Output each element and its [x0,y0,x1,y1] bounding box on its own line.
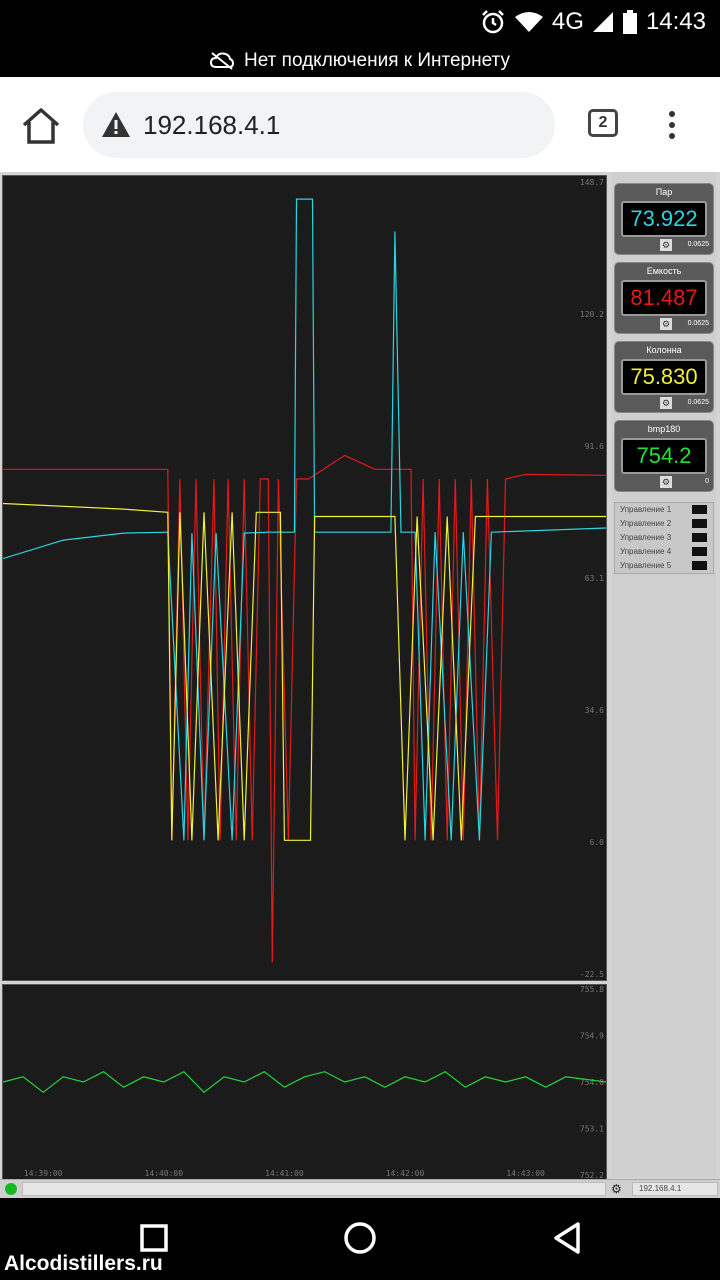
pressure-chart: 755.8 754.9 754.0 753.1 752.2 14:39:00 14:40:0… [2,984,607,1180]
x-tick-label: 14:41:00 [265,1169,304,1178]
y-tick-label: 148.7 [580,178,604,187]
pressure-chart-svg: 755.8754.9754.0753.1752.214:39:00 14:40:0… [2,985,607,1180]
connection-led [5,1183,17,1195]
status-bar: 4G 14:43 [0,0,720,44]
control-indicator[interactable] [692,519,707,528]
series-line-2 [2,502,606,841]
gauge-step: 0.0625 [687,320,709,327]
control-row[interactable]: Управление 3 [615,531,713,545]
home-icon[interactable] [20,105,62,147]
offline-banner: Нет подключения к Интернету [0,44,720,77]
network-type: 4G [551,8,584,35]
tabs-button[interactable]: 2 [588,109,618,137]
control-label: Управление 5 [620,561,672,570]
gauge-value: 75.830 [621,359,707,395]
sensor-sidebar: Пар 73.922 ⚙ 0.0625 Емкость 81.487 ⚙ 0.0… [612,172,716,1177]
x-tick-label: 14:42:00 [386,1169,425,1178]
gauge-steam: Пар 73.922 ⚙ 0.0625 [614,183,714,255]
gauge-step: 0 [705,478,709,485]
gauge-pressure: bmp180 754.2 ⚙ 0 [614,420,714,492]
browser-toolbar: 192.168.4.1 2 [0,77,720,172]
watermark: Alcodistillers.ru [4,1252,163,1275]
control-indicator[interactable] [692,561,707,570]
control-label: Управление 4 [620,547,672,556]
control-indicator[interactable] [692,547,707,556]
control-indicator[interactable] [692,533,707,542]
gear-icon[interactable]: ⚙ [660,239,672,251]
gauge-title: bmp180 [647,424,681,434]
control-panel: Управление 1 Управление 2 Управление 3 У… [614,502,714,574]
x-tick-label: 14:43:00 [506,1169,545,1178]
menu-dots-icon[interactable] [662,107,682,145]
gauge-value: 81.487 [621,280,707,316]
cloud-off-icon [210,51,235,70]
device-ip: 192.168.4.1 [632,1182,718,1196]
y-tick-label: 91.6 [585,442,604,451]
clock: 14:43 [645,8,706,35]
web-page: 148.7 120.2 91.6 63.1 34.6 6.0 -22.5 755.8 754.… [0,172,720,1199]
battery-icon [622,10,637,34]
control-label: Управление 2 [620,519,672,528]
y-tick-label: 34.6 [585,706,604,715]
url-bar[interactable]: 192.168.4.1 [83,92,555,158]
gear-icon[interactable]: ⚙ [660,476,672,488]
y-tick-label: 754.9 [580,1032,604,1041]
control-label: Управление 3 [620,533,672,542]
control-row[interactable]: Управление 5 [615,559,713,573]
offline-text: Нет подключения к Интернету [244,49,510,71]
series-line-0 [2,1070,607,1094]
status-footer: ⚙ 192.168.4.1 [0,1179,720,1199]
temperature-chart-svg: 148.7 120.2 91.6 63.1 34.6 6.0 -22.5 [2,178,607,979]
gauge-title: Колонна [646,345,682,355]
settings-gear-icon[interactable]: ⚙ [611,1182,622,1196]
gauge-tank: Емкость 81.487 ⚙ 0.0625 [614,262,714,334]
x-tick-label: 14:39:00 [24,1169,63,1178]
warning-icon[interactable] [101,110,131,140]
url-text[interactable]: 192.168.4.1 [143,110,280,141]
series-line-1 [2,198,607,841]
y-tick-label: -22.5 [580,970,604,979]
gear-icon[interactable]: ⚙ [660,318,672,330]
y-tick-label: 63.1 [585,574,604,583]
control-indicator[interactable] [692,505,707,514]
y-tick-label: 753.1 [580,1125,604,1134]
footer-message-field [22,1182,606,1196]
control-row[interactable]: Управление 2 [615,517,713,531]
signal-icon [592,12,613,32]
gauge-title: Пар [655,187,673,197]
gauge-step: 0.0625 [687,399,709,406]
gauge-value: 73.922 [621,201,707,237]
y-tick-label: 6.0 [590,838,605,847]
alarm-icon [482,10,504,34]
control-row[interactable]: Управление 1 [615,503,713,517]
temperature-chart: 148.7 120.2 91.6 63.1 34.6 6.0 -22.5 [2,175,607,981]
gear-icon[interactable]: ⚙ [660,397,672,409]
wifi-icon [514,12,543,32]
back-icon[interactable] [548,1218,588,1258]
control-row[interactable]: Управление 4 [615,545,713,559]
y-tick-label: 120.2 [580,310,604,319]
y-tick-label: 755.8 [580,985,604,994]
y-tick-label: 752.2 [580,1171,604,1179]
gauge-column: Колонна 75.830 ⚙ 0.0625 [614,341,714,413]
control-label: Управление 1 [620,505,672,514]
gauge-value: 754.2 [621,438,707,474]
x-tick-label: 14:40:00 [145,1169,184,1178]
home-nav-icon[interactable] [340,1218,380,1258]
gauge-title: Емкость [646,266,682,276]
gauge-step: 0.0625 [687,241,709,248]
